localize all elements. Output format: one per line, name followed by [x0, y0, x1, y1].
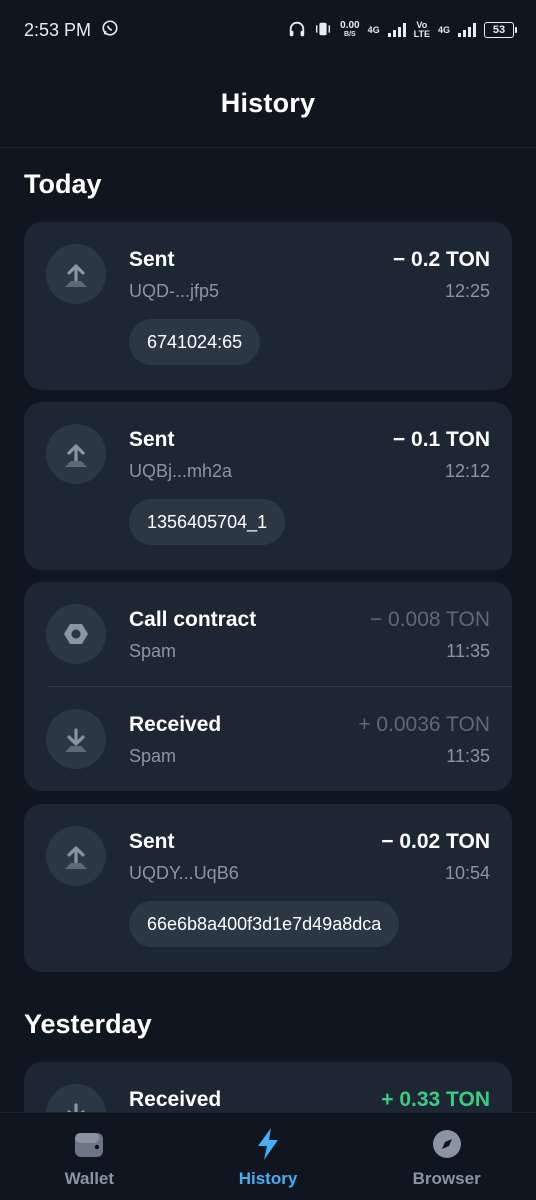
arrow-up-icon	[46, 424, 106, 484]
transaction-time: 12:12	[444, 461, 490, 481]
transaction-card[interactable]: Received + 0.33 TON	[24, 1062, 512, 1112]
hexagon-nut-icon	[46, 604, 106, 664]
transaction-card[interactable]: Sent UQD-...jfp5 − 0.2 TON 12:25 6741024…	[24, 222, 512, 390]
arrow-down-icon	[46, 1084, 106, 1112]
transaction-time: 11:35	[446, 641, 490, 661]
tab-label: Browser	[412, 1169, 481, 1188]
transaction-comment[interactable]: 1356405704_1	[129, 499, 286, 545]
transaction-amount: − 0.02 TON	[381, 830, 490, 853]
whatsapp-icon	[101, 19, 119, 42]
vibrate-icon	[314, 20, 332, 41]
transaction-title: Received	[129, 1088, 222, 1111]
transaction-item[interactable]: Received + 0.33 TON	[24, 1062, 512, 1112]
bottom-tab-bar: Wallet History Browser	[0, 1112, 536, 1200]
battery-icon: 53	[484, 22, 517, 38]
network-speed: 0.00 B/S	[340, 21, 359, 39]
net-speed-value: 0.00	[340, 20, 360, 31]
transaction-title: Sent	[129, 248, 175, 271]
transaction-address: Spam	[129, 641, 177, 661]
transaction-amount: − 0.2 TON	[392, 248, 490, 271]
headphones-icon	[288, 20, 306, 41]
signal-icon	[458, 23, 476, 37]
history-list[interactable]: Today Sent UQD-...jfp5 − 0.2 TON 12:25 6…	[0, 149, 536, 1112]
compass-icon	[430, 1127, 464, 1161]
transaction-address: UQBj...mh2a	[129, 461, 233, 481]
wallet-icon	[72, 1127, 106, 1161]
transaction-address: Spam	[129, 746, 177, 766]
transaction-item[interactable]: Sent UQBj...mh2a − 0.1 TON 12:12 1356405…	[24, 402, 512, 570]
transaction-amount: + 0.33 TON	[381, 1088, 490, 1111]
section-title-today: Today	[24, 169, 102, 199]
status-time: 2:53 PM	[24, 19, 92, 40]
transaction-item[interactable]: Call contract Spam − 0.008 TON 11:35	[24, 582, 512, 686]
transaction-card[interactable]: Sent UQDY...UqB6 − 0.02 TON 10:54 66e6b8…	[24, 804, 512, 972]
tab-browser[interactable]: Browser	[357, 1113, 536, 1200]
volte-bottom: LTE	[413, 29, 430, 39]
status-right: 0.00 B/S 4G Vo LTE 4G 53	[288, 20, 517, 41]
transaction-amount: + 0.0036 TON	[358, 713, 490, 736]
sim1-label: 4G	[367, 24, 380, 35]
page-title: History	[220, 88, 316, 118]
transaction-title: Call contract	[129, 608, 257, 631]
arrow-up-icon	[46, 244, 106, 304]
transaction-item[interactable]: Sent UQD-...jfp5 − 0.2 TON 12:25 6741024…	[24, 222, 512, 390]
transaction-comment[interactable]: 6741024:65	[129, 319, 261, 365]
arrow-up-icon	[46, 826, 106, 886]
status-bar: 2:53 PM 0.00 B/S 4G Vo LTE 4G 53	[0, 0, 536, 60]
transaction-amount: − 0.008 TON	[369, 608, 490, 631]
net-speed-unit: B/S	[344, 31, 356, 38]
arrow-down-icon	[46, 709, 106, 769]
lightning-icon	[251, 1127, 285, 1161]
page-header: History	[0, 60, 536, 148]
sim2-label: 4G	[437, 24, 450, 35]
transaction-card[interactable]: Sent UQBj...mh2a − 0.1 TON 12:12 1356405…	[24, 402, 512, 570]
signal-icon	[387, 23, 406, 37]
transaction-title: Sent	[129, 830, 175, 853]
transaction-address: UQD-...jfp5	[129, 281, 220, 301]
section-title-yesterday: Yesterday	[24, 1009, 152, 1039]
tab-label: History	[238, 1169, 298, 1188]
transaction-time: 12:25	[444, 281, 490, 301]
tab-wallet[interactable]: Wallet	[0, 1113, 179, 1200]
status-left: 2:53 PM	[24, 19, 119, 42]
transaction-address: UQDY...UqB6	[129, 863, 239, 883]
transaction-time: 10:54	[444, 863, 490, 883]
transaction-title: Received	[129, 713, 222, 736]
volte-label: Vo LTE	[414, 21, 430, 39]
transaction-time: 11:35	[446, 746, 490, 766]
tab-label: Wallet	[64, 1169, 115, 1188]
transaction-comment[interactable]: 66e6b8a400f3d1e7d49a8dca	[129, 901, 400, 947]
tab-history[interactable]: History	[179, 1113, 358, 1200]
transaction-item[interactable]: Sent UQDY...UqB6 − 0.02 TON 10:54 66e6b8…	[24, 804, 512, 972]
transaction-title: Sent	[129, 428, 175, 451]
transaction-amount: − 0.1 TON	[392, 428, 490, 451]
transaction-item[interactable]: Received Spam + 0.0036 TON 11:35	[24, 687, 512, 791]
transaction-card[interactable]: Call contract Spam − 0.008 TON 11:35 Rec…	[24, 582, 512, 791]
